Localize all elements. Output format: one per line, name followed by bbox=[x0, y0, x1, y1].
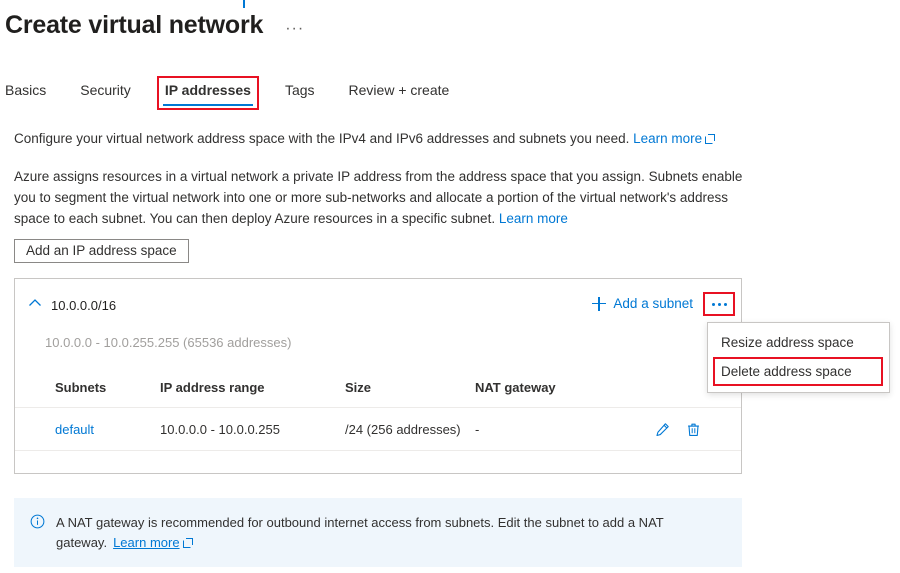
menu-item-delete-address-space[interactable]: Delete address space bbox=[713, 357, 883, 386]
address-space-more-button[interactable] bbox=[703, 292, 735, 316]
address-space-range-summary: 10.0.0.0 - 10.0.255.255 (65536 addresses… bbox=[45, 335, 292, 350]
intro-paragraph-text: Azure assigns resources in a virtual net… bbox=[14, 169, 743, 226]
subnet-link-default[interactable]: default bbox=[55, 422, 94, 437]
menu-item-resize-address-space[interactable]: Resize address space bbox=[708, 329, 889, 356]
tab-basics[interactable]: Basics bbox=[5, 80, 46, 106]
address-space-cidr: 10.0.0.0/16 bbox=[51, 298, 117, 313]
column-header-subnets: Subnets bbox=[15, 378, 160, 408]
add-a-subnet-label: Add a subnet bbox=[613, 296, 693, 311]
page-title: Create virtual network bbox=[5, 11, 264, 39]
tab-review-create[interactable]: Review + create bbox=[349, 80, 450, 106]
subnets-table: Subnets IP address range Size NAT gatewa… bbox=[15, 378, 741, 451]
plus-icon bbox=[592, 296, 607, 311]
intro-paragraph: Azure assigns resources in a virtual net… bbox=[14, 166, 746, 229]
cell-subnet-name: default bbox=[15, 407, 160, 451]
cell-nat-gateway: - bbox=[475, 407, 655, 451]
info-circle-icon bbox=[30, 514, 45, 534]
column-header-ip-address-range: IP address range bbox=[160, 378, 345, 408]
ellipsis-dot-icon bbox=[723, 302, 727, 306]
intro-line-1-text: Configure your virtual network address s… bbox=[14, 131, 630, 146]
intro-line-1: Configure your virtual network address s… bbox=[14, 129, 774, 148]
top-edge-sliver bbox=[243, 0, 245, 8]
add-a-subnet-button[interactable]: Add a subnet bbox=[592, 296, 693, 311]
delete-trash-icon[interactable] bbox=[686, 422, 701, 437]
wizard-tab-bar: Basics Security IP addresses Tags Review… bbox=[5, 76, 483, 110]
table-row: default 10.0.0.0 - 10.0.0.255 /24 (256 a… bbox=[15, 407, 741, 451]
page-header: Create virtual network ··· bbox=[5, 10, 304, 40]
edit-pencil-icon[interactable] bbox=[655, 422, 670, 437]
ellipsis-dot-icon bbox=[711, 302, 715, 306]
info-banner-text: A NAT gateway is recommended for outboun… bbox=[56, 513, 728, 553]
external-link-icon bbox=[182, 538, 193, 548]
address-space-context-menu: Resize address space Delete address spac… bbox=[707, 322, 890, 393]
cell-size: /24 (256 addresses) bbox=[345, 407, 475, 451]
chevron-up-icon[interactable] bbox=[27, 295, 43, 311]
column-header-nat-gateway: NAT gateway bbox=[475, 378, 655, 408]
tab-ip-addresses[interactable]: IP addresses bbox=[156, 76, 259, 110]
ellipsis-dot-icon bbox=[717, 302, 721, 306]
page-more-actions-button[interactable]: ··· bbox=[285, 21, 304, 37]
intro-learn-more-link-2[interactable]: Learn more bbox=[499, 211, 568, 226]
table-header-row: Subnets IP address range Size NAT gatewa… bbox=[15, 378, 741, 408]
cell-row-actions bbox=[655, 407, 741, 451]
intro-learn-more-link-1[interactable]: Learn more bbox=[633, 131, 702, 146]
add-ip-address-space-button[interactable]: Add an IP address space bbox=[14, 239, 189, 263]
cell-ip-address-range: 10.0.0.0 - 10.0.0.255 bbox=[160, 407, 345, 451]
address-space-header: 10.0.0.0/16 Add a subnet bbox=[15, 279, 741, 317]
external-link-icon bbox=[705, 134, 716, 144]
nat-gateway-info-banner: A NAT gateway is recommended for outboun… bbox=[14, 498, 742, 567]
column-header-size: Size bbox=[345, 378, 475, 408]
tab-tags[interactable]: Tags bbox=[285, 80, 315, 106]
info-banner-learn-more-link[interactable]: Learn more bbox=[113, 535, 179, 550]
tab-security[interactable]: Security bbox=[80, 80, 131, 106]
